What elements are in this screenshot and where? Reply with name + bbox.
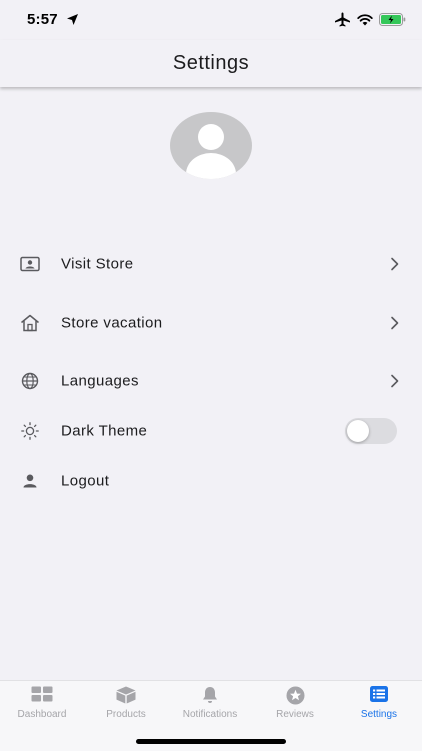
airplane-icon: [335, 12, 350, 27]
tab-dashboard[interactable]: Dashboard: [0, 681, 84, 731]
menu-item-label: Visit Store: [61, 255, 134, 273]
house-icon: [20, 313, 40, 333]
tab-reviews[interactable]: Reviews: [253, 681, 337, 731]
tab-label: Settings: [360, 709, 398, 720]
dashboard-grid-icon: [0, 686, 84, 704]
location-arrow-icon: [67, 14, 78, 25]
globe-icon: [20, 371, 40, 391]
tab-label: Dashboard: [17, 709, 67, 720]
chevron-right-icon: [391, 316, 399, 330]
menu-item-visit-store[interactable]: Visit Store: [0, 242, 422, 286]
avatar[interactable]: [170, 112, 252, 179]
tab-label: Products: [106, 709, 146, 720]
dark-theme-toggle[interactable]: [345, 418, 397, 444]
battery-charging-icon: [379, 13, 406, 26]
box-icon: [84, 686, 168, 704]
menu-item-label: Logout: [61, 472, 110, 490]
tab-settings[interactable]: Settings: [337, 681, 421, 731]
menu-item-label: Store vacation: [61, 314, 163, 332]
navigation-header: Settings: [0, 40, 422, 87]
sun-icon: [20, 421, 40, 441]
tab-notifications[interactable]: Notifications: [168, 681, 252, 731]
menu-item-logout[interactable]: Logout: [0, 459, 422, 503]
tab-label: Notifications: [182, 709, 238, 720]
person-icon: [20, 471, 40, 491]
menu-item-store-vacation[interactable]: Store vacation: [0, 301, 422, 345]
chevron-right-icon: [391, 374, 399, 388]
menu-item-languages[interactable]: Languages: [0, 359, 422, 403]
status-icons: [334, 12, 406, 27]
store-window-icon: [20, 254, 40, 274]
status-bar: 5:57: [0, 0, 422, 40]
menu-item-dark-theme: Dark Theme: [0, 409, 422, 453]
menu-item-label: Dark Theme: [61, 422, 148, 440]
list-icon: [337, 686, 421, 704]
wifi-icon: [357, 13, 373, 25]
tab-label: Reviews: [276, 709, 314, 720]
home-indicator: [136, 739, 286, 744]
toggle-knob: [347, 420, 369, 442]
status-time: 5:57: [27, 11, 58, 28]
page-title: Settings: [172, 52, 250, 74]
tab-products[interactable]: Products: [84, 681, 168, 731]
star-circle-icon: [253, 686, 337, 705]
person-silhouette-icon: [186, 124, 236, 179]
menu-item-label: Languages: [61, 372, 139, 390]
chevron-right-icon: [391, 257, 399, 271]
bell-icon: [168, 686, 252, 704]
